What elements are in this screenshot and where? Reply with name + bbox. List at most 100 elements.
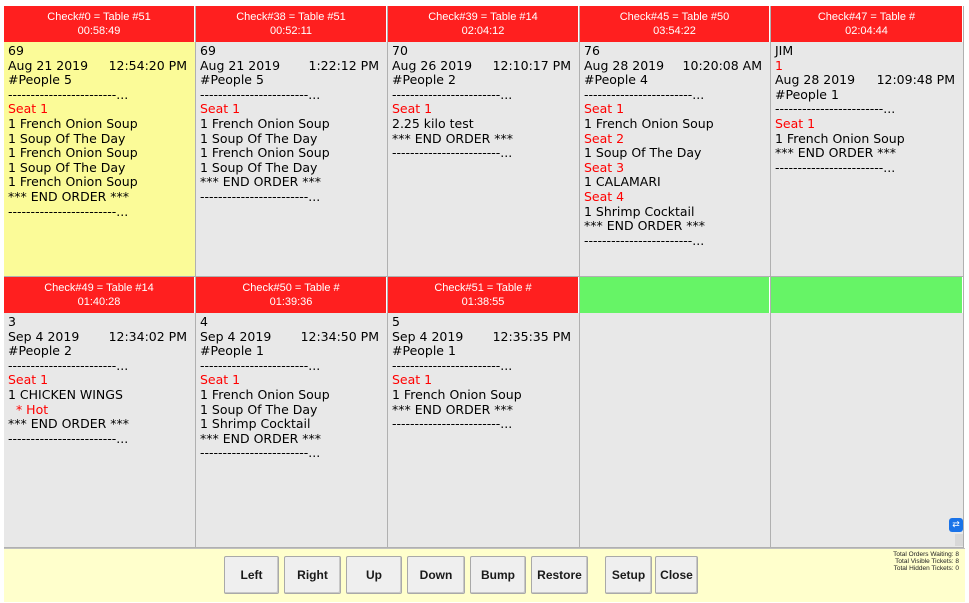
separator-line: ------------------------... — [8, 430, 129, 446]
ticket-datetime: Aug 28 2019 10:20:08 AM — [584, 57, 766, 74]
ticket-grid: Check#0 = Table #51 00:58:49 69 Aug 21 2019… — [4, 6, 964, 548]
ticket-body: 69 Aug 21 2019 12:54:20 PM #People 5 -------… — [4, 42, 195, 276]
ticket-title: Check#39 = Table #14 — [428, 11, 538, 23]
ticket-clock: 12:10:17 PM — [492, 57, 571, 73]
order-ticket[interactable]: Check#39 = Table #14 02:04:12 70 Aug 26 201… — [388, 6, 580, 277]
ticket-elapsed-time: 00:52:11 — [269, 25, 312, 37]
seat-label: Seat 1 — [8, 101, 49, 117]
visible-tickets-stat: Total Visible Tickets: 8 — [895, 558, 959, 565]
bump-button[interactable]: Bump — [470, 556, 526, 594]
ticket-header: Check#39 = Table #14 02:04:12 — [388, 6, 579, 42]
ticket-title: Check#45 = Table #50 — [619, 11, 730, 23]
ticket-clock: 10:20:08 AM — [682, 57, 762, 73]
ticket-datetime: Sep 4 2019 12:34:50 PM — [200, 328, 383, 345]
ticket-line: 4 — [200, 314, 208, 329]
ticket-body: JIM 1 Aug 28 2019 12:09:48 PM #People 1 -----… — [771, 42, 963, 276]
ticket-title: Check#51 = Table # — [434, 282, 532, 294]
separator-line: ------------------------... — [392, 357, 513, 373]
ticket-line: *** END ORDER *** — [584, 218, 706, 234]
seat-label: Seat 1 — [200, 372, 241, 388]
ticket-date: Sep 4 2019 — [200, 328, 272, 344]
ticket-header — [580, 277, 770, 313]
ticket-line: 1 French Onion Soup — [200, 386, 330, 402]
seat-label: Seat 1 — [584, 101, 625, 117]
ticket-line: 1 Soup Of The Day — [8, 130, 126, 146]
ticket-header: Check#0 = Table #51 00:58:49 — [4, 6, 195, 42]
close-button[interactable]: Close — [655, 556, 698, 594]
separator-line: ------------------------... — [775, 101, 896, 117]
right-button[interactable]: Right — [284, 556, 341, 594]
separator-line: ------------------------... — [392, 416, 513, 432]
ticket-body: 5 Sep 4 2019 12:35:35 PM #People 1 ---------… — [388, 313, 579, 547]
ticket-line: 70 — [392, 43, 408, 58]
separator-line: ------------------------... — [775, 159, 896, 175]
ticket-title: Check#38 = Table #51 — [236, 11, 346, 23]
ticket-line: *** END ORDER *** — [200, 430, 322, 446]
ticket-clock: 12:34:50 PM — [300, 328, 379, 344]
empty-ticket[interactable] — [580, 277, 771, 548]
side-tab[interactable] — [955, 534, 963, 546]
ticket-header: Check#45 = Table #50 03:54:22 — [580, 6, 770, 42]
down-button[interactable]: Down — [407, 556, 465, 594]
ticket-line: #People 1 — [392, 343, 456, 359]
ticket-title: Check#47 = Table # — [817, 11, 916, 23]
seat-label: Seat 4 — [584, 188, 625, 204]
remote-support-icon[interactable]: ⇄ — [949, 518, 963, 532]
ticket-line: *** END ORDER *** — [775, 145, 897, 161]
up-button[interactable]: Up — [346, 556, 402, 594]
ticket-header: Check#47 = Table # 02:04:44 — [771, 6, 963, 42]
order-ticket[interactable]: Check#51 = Table # 01:38:55 5 Sep 4 2019 12:… — [388, 277, 580, 548]
ticket-line: *** END ORDER *** — [392, 130, 514, 146]
seat-label: Seat 3 — [584, 159, 625, 175]
ticket-datetime: Sep 4 2019 12:34:02 PM — [8, 329, 191, 345]
ticket-line: 76 — [584, 43, 600, 58]
seat-label: 1 — [775, 57, 783, 73]
ticket-body — [771, 313, 963, 547]
ticket-body: 3 Sep 4 2019 12:34:02 PM #People 2 ---------… — [4, 313, 195, 547]
ticket-line: *** END ORDER *** — [8, 416, 130, 432]
ticket-datetime: Aug 26 2019 12:10:17 PM — [392, 57, 575, 74]
separator-line: ------------------------... — [200, 86, 321, 102]
ticket-line: 3 — [8, 314, 16, 329]
ticket-body: 70 Aug 26 2019 12:10:17 PM #People 2 -------… — [388, 42, 579, 276]
seat-label: * Hot — [8, 401, 49, 417]
separator-line: ------------------------... — [200, 357, 321, 373]
order-ticket[interactable]: Check#50 = Table # 01:39:36 4 Sep 4 2019 12:… — [196, 277, 388, 548]
empty-ticket[interactable] — [771, 277, 964, 548]
ticket-line: 1 Soup Of The Day — [200, 401, 318, 417]
order-ticket[interactable]: Check#0 = Table #51 00:58:49 69 Aug 21 2019… — [4, 6, 196, 277]
ticket-line: 1 French Onion Soup — [584, 115, 714, 131]
order-ticket[interactable]: Check#49 = Table #14 01:40:28 3 Sep 4 2019 1… — [4, 277, 196, 548]
ticket-line: 1 French Onion Soup — [8, 145, 138, 161]
ticket-line: *** END ORDER *** — [8, 188, 130, 204]
separator-line: ------------------------... — [392, 86, 513, 102]
ticket-body: 4 Sep 4 2019 12:34:50 PM #People 1 ---------… — [196, 313, 387, 547]
restore-button[interactable]: Restore — [531, 556, 588, 594]
ticket-clock: 1:22:12 PM — [308, 57, 379, 73]
ticket-header: Check#50 = Table # 01:39:36 — [196, 277, 387, 313]
ticket-line: #People 5 — [8, 72, 72, 88]
ticket-title: Check#50 = Table # — [242, 282, 340, 294]
ticket-clock: 12:54:20 PM — [108, 57, 187, 73]
order-ticket[interactable]: Check#38 = Table #51 00:52:11 69 Aug 21 201… — [196, 6, 388, 277]
ticket-line: 69 — [200, 43, 216, 58]
seat-label: Seat 1 — [392, 372, 433, 388]
order-ticket[interactable]: Check#47 = Table # 02:04:44 JIM 1 Aug 28 201… — [771, 6, 964, 277]
setup-button[interactable]: Setup — [605, 556, 652, 594]
ticket-line: 1 Soup Of The Day — [584, 145, 702, 161]
ticket-line: 1 Soup Of The Day — [200, 130, 318, 146]
left-button[interactable]: Left — [224, 556, 279, 594]
order-stats: Total Orders Waiting: 8 Total Visible Ti… — [893, 551, 959, 572]
ticket-line: 1 CALAMARI — [584, 174, 661, 190]
ticket-header — [771, 277, 963, 313]
ticket-title: Check#49 = Table #14 — [44, 282, 154, 294]
ticket-line: 1 French Onion Soup — [8, 174, 138, 190]
order-ticket[interactable]: Check#45 = Table #50 03:54:22 76 Aug 28 201… — [580, 6, 771, 277]
ticket-body — [580, 313, 770, 547]
separator-line: ------------------------... — [8, 357, 129, 373]
ticket-date: Sep 4 2019 — [392, 328, 464, 344]
ticket-header: Check#49 = Table #14 01:40:28 — [4, 277, 195, 313]
separator-line: ------------------------... — [200, 445, 321, 461]
ticket-header: Check#51 = Table # 01:38:55 — [388, 277, 579, 313]
ticket-elapsed-time: 02:04:12 — [461, 25, 505, 37]
